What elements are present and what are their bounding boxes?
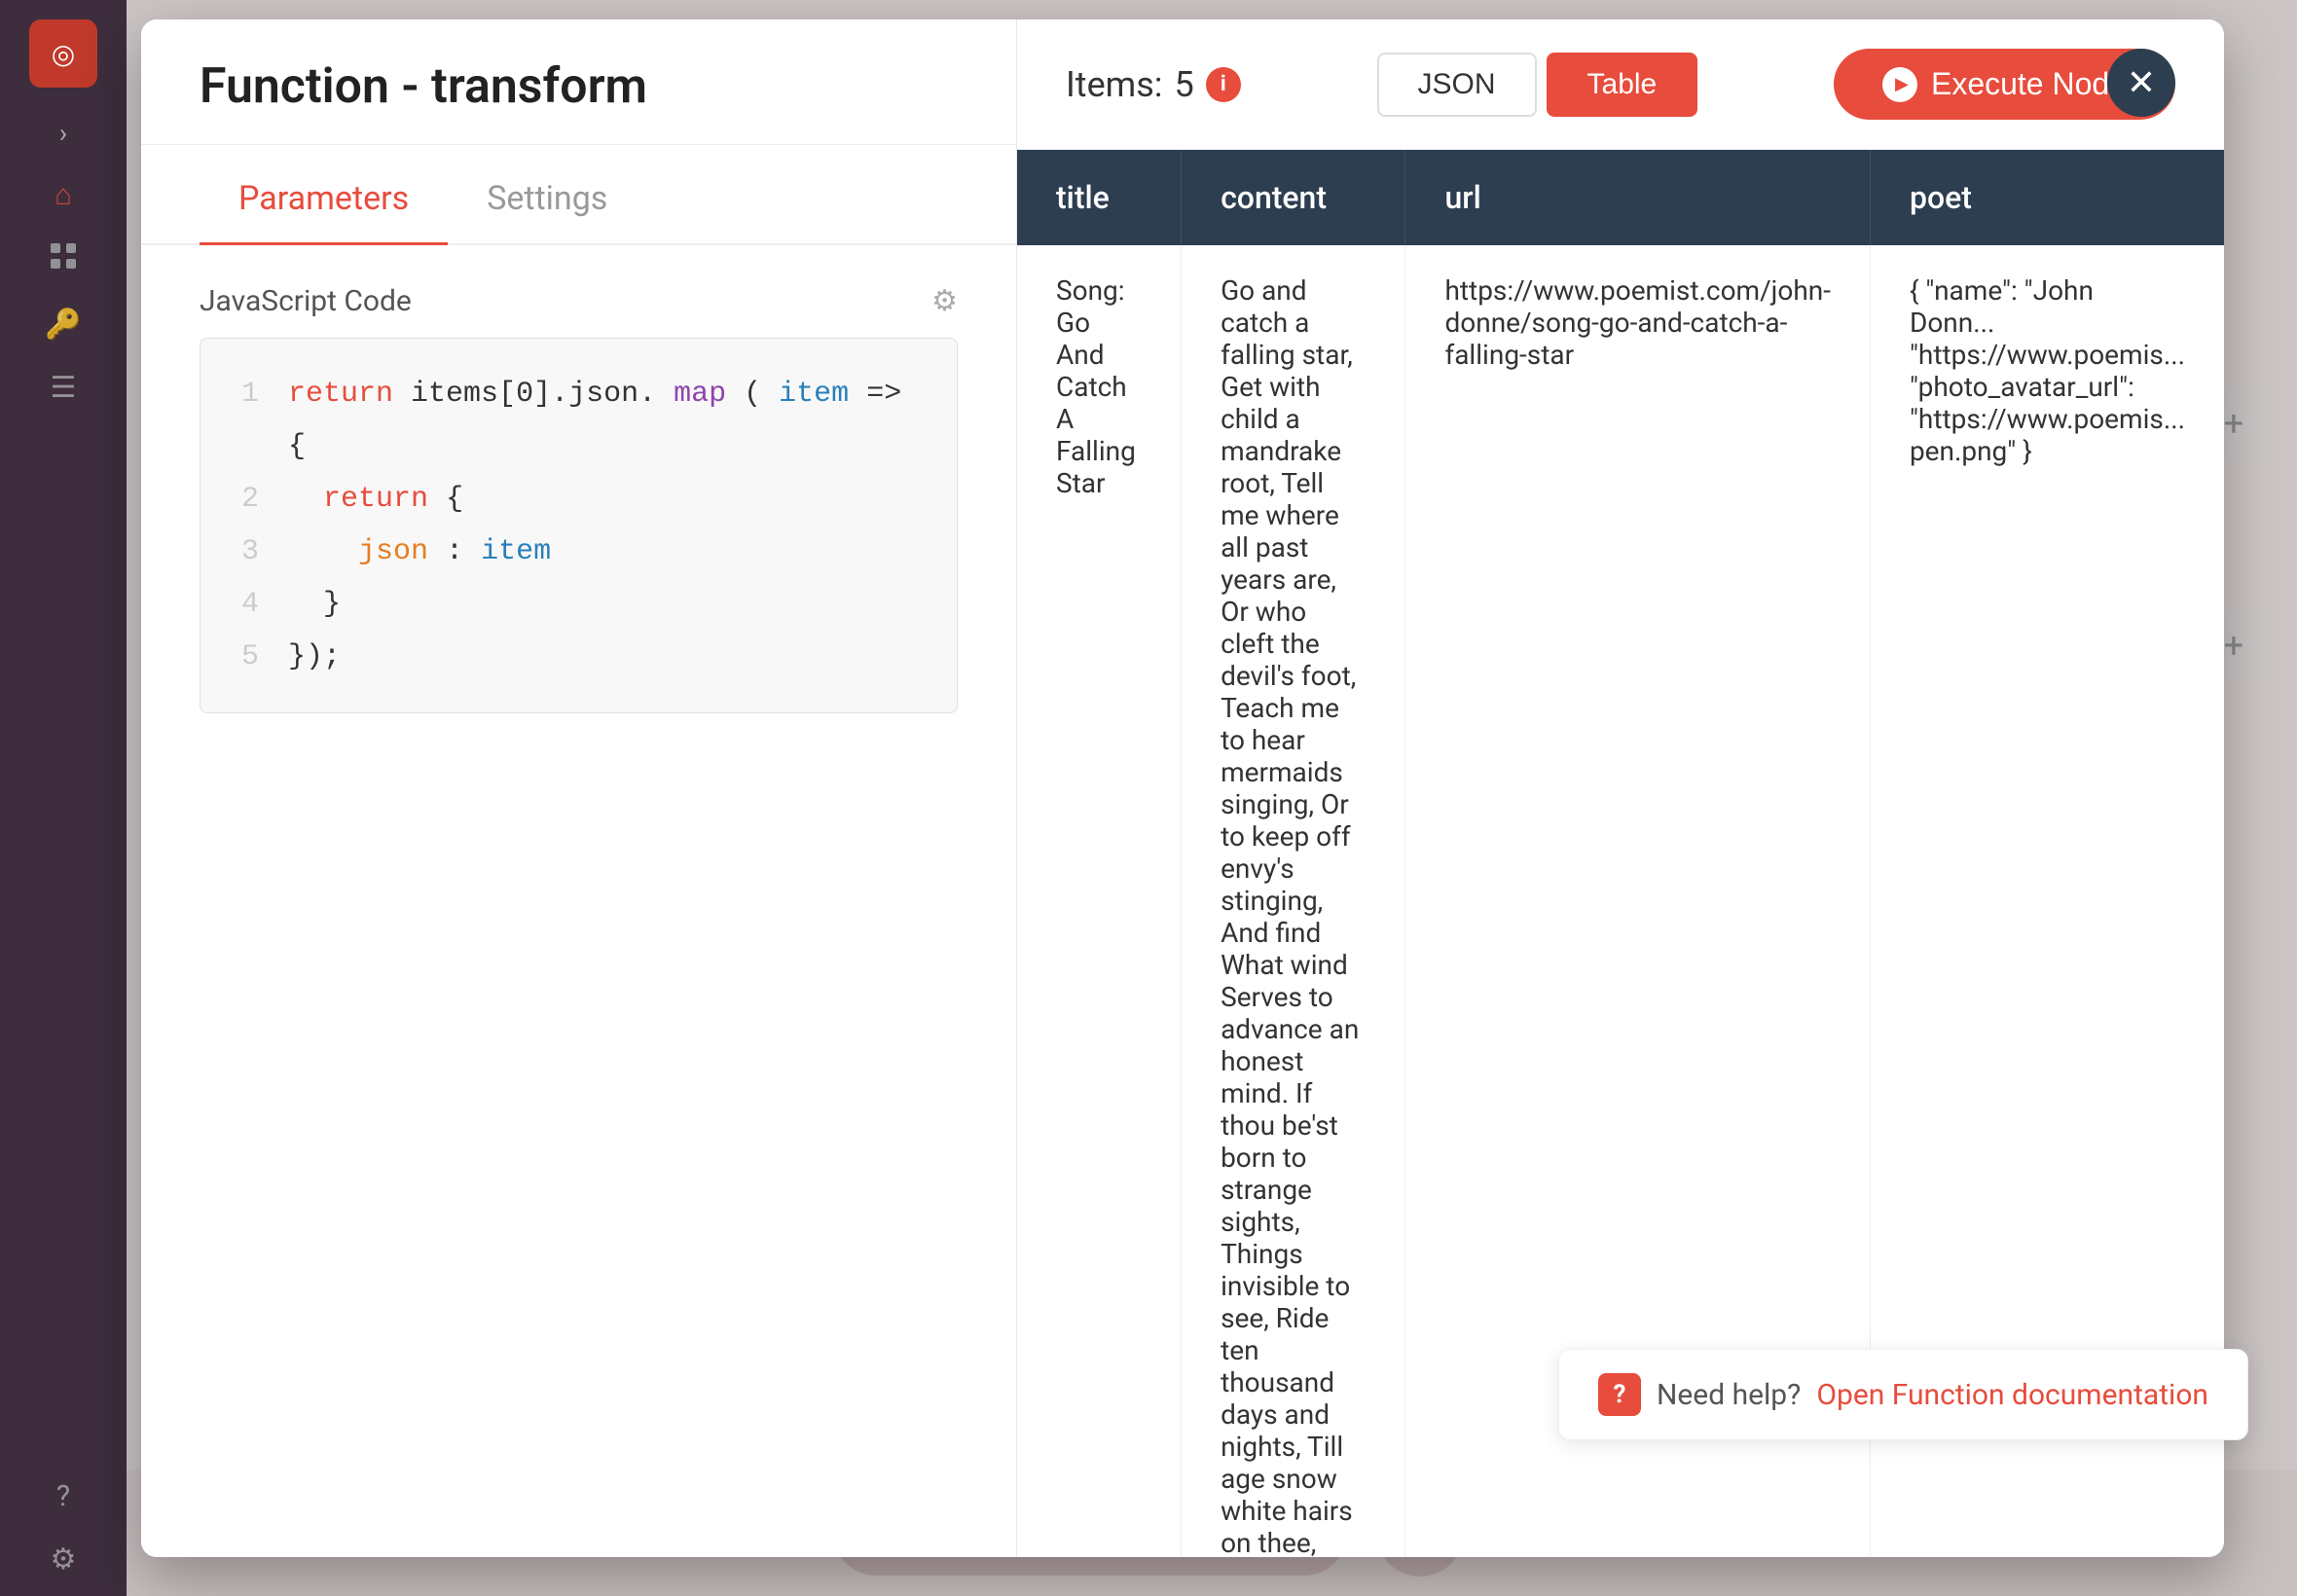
col-header-content: content (1182, 150, 1405, 245)
code-line-3: 3 json : item (230, 526, 928, 578)
arrow-icon: › (59, 117, 67, 149)
code-line-4: 4 } (230, 578, 928, 631)
sidebar-item-keys[interactable]: 🔑 (45, 308, 81, 342)
col-header-title: title (1017, 150, 1182, 245)
close-icon: ✕ (2127, 62, 2156, 103)
sidebar-item-nodes[interactable] (49, 241, 78, 278)
code-line-1: 1 return items[0].json. map ( item => { (230, 368, 928, 473)
app-logo[interactable]: ◎ (29, 19, 97, 88)
play-icon (1882, 67, 1917, 102)
help-icon: ? (1598, 1373, 1641, 1416)
sidebar-item-settings[interactable]: ⚙ (51, 1542, 77, 1577)
tab-parameters[interactable]: Parameters (200, 155, 448, 245)
help-link[interactable]: Open Function documentation (1816, 1378, 2208, 1412)
code-section: JavaScript Code ⚙ 1 return items[0].json… (141, 245, 1016, 1557)
code-editor[interactable]: 1 return items[0].json. map ( item => { … (200, 338, 958, 713)
table-container[interactable]: title content url poet Song: Go And Catc… (1017, 150, 2224, 1557)
modal-header: Function - transform (141, 19, 1016, 145)
close-button[interactable]: ✕ (2107, 49, 2175, 117)
sidebar-item-help[interactable]: ? (56, 1479, 70, 1513)
data-table: title content url poet Song: Go And Catc… (1017, 150, 2224, 1557)
col-header-poet: poet (1870, 150, 2224, 245)
logo-icon: ◎ (52, 38, 75, 70)
items-label: Items: 5 i (1066, 64, 1241, 105)
info-badge: i (1206, 67, 1241, 102)
sidebar-item-list[interactable]: ☰ (51, 371, 77, 405)
left-sidebar: ◎ › ⌂ 🔑 ☰ ? ⚙ (0, 0, 127, 1596)
modal-title: Function - transform (200, 58, 958, 115)
tabs-container: Parameters Settings (141, 155, 1016, 245)
view-toggle: JSON Table (1377, 53, 1698, 117)
col-header-url: url (1405, 150, 1870, 245)
code-line-2: 2 return { (230, 473, 928, 526)
table-toggle-btn[interactable]: Table (1547, 53, 1698, 117)
code-line-5: 5 }); (230, 631, 928, 683)
sidebar-expand-arrow[interactable]: › (59, 117, 67, 149)
json-toggle-btn[interactable]: JSON (1377, 53, 1537, 117)
cell-content: Go and catch a falling star, Get with ch… (1182, 245, 1405, 1557)
table-header-row: title content url poet (1017, 150, 2224, 245)
code-label: JavaScript Code ⚙ (200, 284, 958, 318)
sidebar-item-home[interactable]: ⌂ (55, 178, 72, 212)
nodes-icon (49, 241, 78, 271)
right-header: Items: 5 i JSON Table Execute Node (1017, 19, 2224, 150)
help-tooltip: ? Need help? Open Function documentation (1558, 1349, 2248, 1440)
left-panel: Function - transform Parameters Settings… (141, 19, 1017, 1557)
right-panel: ✕ Items: 5 i JSON Table Execute Node (1017, 19, 2224, 1557)
code-settings-icon[interactable]: ⚙ (931, 284, 958, 318)
function-modal: Function - transform Parameters Settings… (141, 19, 2224, 1557)
cell-title: Song: Go And Catch A Falling Star (1017, 245, 1182, 1557)
tab-settings[interactable]: Settings (448, 155, 646, 245)
